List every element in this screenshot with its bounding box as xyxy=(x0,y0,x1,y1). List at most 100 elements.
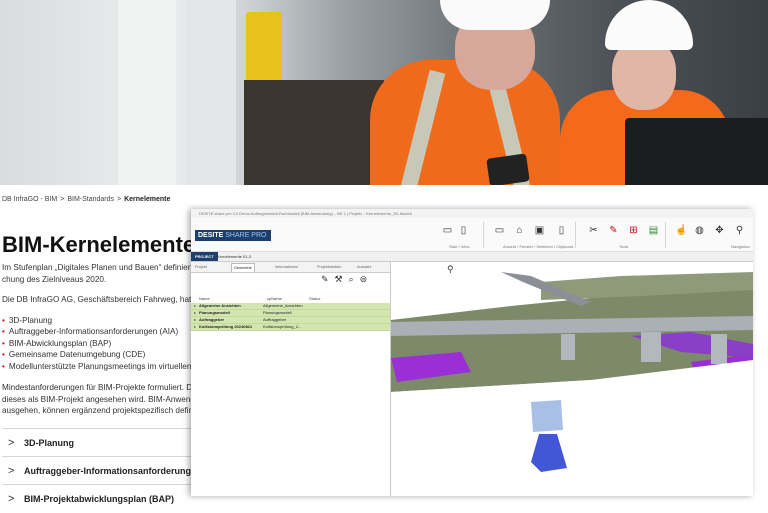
row-cpname: Auftraggeber xyxy=(263,317,287,322)
ribbon-divider xyxy=(483,222,484,248)
search-icon[interactable]: ⌕ xyxy=(349,274,354,284)
globe-icon[interactable]: ◍ xyxy=(693,224,706,237)
intro-paragraph: Im Stufenplan „Digitales Planen und Baue… xyxy=(2,262,192,285)
list-item: Modellunterstützte Planungsmeetings im v… xyxy=(2,361,192,372)
pointer-icon[interactable]: ☝ xyxy=(675,224,688,237)
layers-icon[interactable]: ▤ xyxy=(647,224,660,237)
chevron-right-icon: > xyxy=(8,493,15,505)
background-pillar xyxy=(118,0,176,185)
3d-viewport[interactable]: ⚲ xyxy=(391,262,753,496)
ribbon-group-label: Navigation xyxy=(731,244,750,249)
scissors-icon[interactable]: ✂ xyxy=(587,224,600,237)
list-item: BIM-Abwicklungsplan (BAP) xyxy=(2,338,192,349)
accordion-label: 3D-Planung xyxy=(24,438,75,448)
document-icon[interactable]: ▯ xyxy=(457,224,470,237)
text-line: Im Stufenplan „Digitales Planen und Baue… xyxy=(2,263,192,272)
column-header[interactable]: Status xyxy=(309,296,320,301)
row-name: Allgemeine Ansichten xyxy=(199,303,241,308)
folder-icon: ▸ xyxy=(194,303,197,308)
panel-toolbar: ✎ ⚒ ⌕ ⊜ xyxy=(321,274,373,285)
measure-icon[interactable]: ⊞ xyxy=(627,224,640,237)
logo-main: DESITE xyxy=(198,232,224,239)
worker-helmet xyxy=(605,0,693,50)
clipboard-icon[interactable]: ▯ xyxy=(555,224,568,237)
row-name: Kollisionsprüfung 20240821 xyxy=(199,324,253,329)
column-header[interactable]: Name xyxy=(199,296,210,301)
tab-informationen[interactable]: Informationen xyxy=(273,263,300,271)
model-tree-panel: Projekt Geometrie Informationen Projekts… xyxy=(191,262,391,496)
pier xyxy=(561,334,575,360)
folder-icon: ▸ xyxy=(194,310,197,315)
breadcrumb-link[interactable]: BIM-Standards xyxy=(67,196,114,203)
table-row[interactable]: ▸ Auftraggeber Auftraggeber xyxy=(191,317,390,324)
laptop xyxy=(625,118,768,185)
pen-icon[interactable]: ✎ xyxy=(607,224,620,237)
walk-icon[interactable]: ⚲ xyxy=(733,224,746,237)
row-name: Planungsmodell xyxy=(199,310,230,315)
project-badge[interactable]: PROJECT xyxy=(191,252,218,261)
row-name: Auftraggeber xyxy=(199,317,225,322)
window-title: DESITE share pro 3.0 Demo Auftragsmodell… xyxy=(191,209,753,218)
panel-tabs: Projekt Geometrie Informationen Projekts… xyxy=(191,262,390,273)
machine-shadow xyxy=(244,80,384,185)
window-icon[interactable]: ▭ xyxy=(493,224,506,237)
selection-cube xyxy=(531,400,563,432)
kernelemente-list: 3D-Planung Auftraggeber-Informationsanfo… xyxy=(2,315,192,372)
text-line: chung des Zielniveaus 2020. xyxy=(2,274,107,284)
filter-icon[interactable]: ⊜ xyxy=(360,274,368,284)
list-item: Gemeinsame Datenumgebung (CDE) xyxy=(2,349,192,360)
requirements-paragraph: Mindestanforderungen für BIM-Projekte fo… xyxy=(2,382,192,417)
home-icon[interactable]: ⌂ xyxy=(513,224,526,237)
breadcrumb-current: Kernelemente xyxy=(124,196,171,203)
accordion-3d-planung[interactable]: > 3D-Planung xyxy=(2,428,192,457)
edit-icon[interactable]: ✎ xyxy=(321,274,329,284)
tab-projekt[interactable]: Projekt xyxy=(193,263,209,271)
folder-icon: ▸ xyxy=(194,317,197,322)
table-row[interactable]: ▸ Allgemeine Ansichten Allgemeine_Ansichte… xyxy=(191,303,390,310)
company-paragraph: Die DB InfraGO AG, Geschäftsbereich Fahr… xyxy=(2,295,192,304)
wrench-icon[interactable]: ⚒ xyxy=(335,274,343,284)
page-title: BIM-Kernelemente xyxy=(2,232,196,257)
tab-auswahl[interactable]: Auswahl xyxy=(355,263,373,271)
column-header[interactable]: cpName xyxy=(267,296,282,301)
move-icon[interactable]: ✥ xyxy=(713,224,726,237)
ribbon-group-label: Ansicht / Fenster / Selektion / Clipboar… xyxy=(503,244,574,249)
row-cpname: Kollisionsprüfung_2... xyxy=(263,324,302,329)
text-line: dieses als BIM-Projekt angesehen wird. B… xyxy=(2,394,192,404)
breadcrumb-separator: > xyxy=(117,196,122,203)
location-pin-icon[interactable]: ⚲ xyxy=(447,264,454,275)
accordion-bap[interactable]: > BIM-Projektabwicklungsplan (BAP) xyxy=(2,484,192,513)
list-item: Auftraggeber-Informationsanforderungen (… xyxy=(2,326,192,337)
row-cpname: Planungsmodell xyxy=(263,310,292,315)
ribbon-divider xyxy=(665,222,666,248)
ribbon-group-label: Start / Infos xyxy=(449,244,470,249)
chevron-right-icon: > xyxy=(8,437,15,449)
breadcrumb-link[interactable]: DB InfraGO - BIM xyxy=(2,196,57,203)
3d-model-scene xyxy=(391,272,753,496)
ribbon-group-label: Tools xyxy=(619,244,629,249)
monitor-icon[interactable]: ▣ xyxy=(533,224,546,237)
logo-sub: SHARE PRO xyxy=(225,232,267,239)
text-line: ausgehen, können ergänzend projektspezif… xyxy=(2,406,192,415)
list-item: 3D-Planung xyxy=(2,315,192,326)
yellow-machine xyxy=(246,12,282,82)
accordion-aia[interactable]: > Auftraggeber-Informationsanforderungen… xyxy=(2,456,192,485)
folder-icon: ▸ xyxy=(194,324,197,329)
row-cpname: Allgemeine_Ansichten xyxy=(263,303,303,308)
background-pillar xyxy=(186,0,236,185)
breadcrumb-separator: > xyxy=(60,196,65,203)
table-row[interactable]: ▸ Planungsmodell Planungsmodell xyxy=(191,310,390,317)
text-line: Mindestanforderungen für BIM-Projekte fo… xyxy=(2,383,192,392)
table-row[interactable]: ▸ Kollisionsprüfung 20240821 Kollisionsprü… xyxy=(191,324,390,331)
tab-projektstruktur[interactable]: Projektstruktur xyxy=(315,263,343,271)
table-header: Name cpName Status xyxy=(191,296,390,302)
tab-geometrie[interactable]: Geometrie xyxy=(231,263,255,272)
desite-logo: DESITE SHARE PRO xyxy=(195,230,271,241)
ribbon-toolbar: DESITE SHARE PRO ▭ ▯ Start / Infos ▭ ⌂ ▣… xyxy=(191,218,753,252)
save-icon[interactable]: ▭ xyxy=(441,224,454,237)
hero-photo xyxy=(0,0,768,185)
worker-helmet xyxy=(440,0,550,30)
accordion-label: Auftraggeber-Informationsanforderungen (… xyxy=(24,466,192,476)
breadcrumb: DB InfraGO - BIM > BIM-Standards > Kerneleme… xyxy=(2,196,170,203)
ribbon-divider xyxy=(575,222,576,248)
